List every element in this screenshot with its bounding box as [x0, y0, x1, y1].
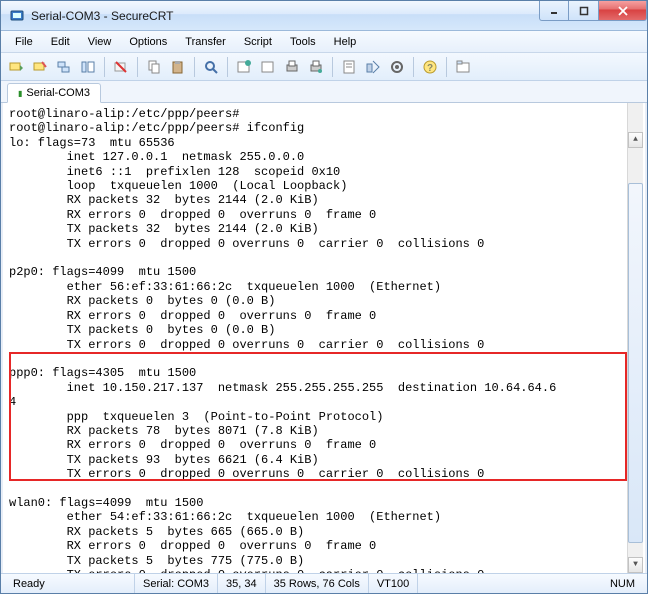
status-serial: Serial: COM3 [135, 574, 218, 593]
separator [413, 57, 414, 77]
toolbar: ? [1, 53, 647, 81]
menu-file[interactable]: File [7, 34, 41, 50]
statusbar: Ready Serial: COM3 35, 34 35 Rows, 76 Co… [1, 573, 647, 593]
terminal-line: ppp txqueuelen 3 (Point-to-Point Protoco… [9, 410, 639, 424]
terminal-line: inet6 ::1 prefixlen 128 scopeid 0x10 [9, 165, 639, 179]
separator [446, 57, 447, 77]
status-numlock: NUM [602, 574, 643, 593]
separator [194, 57, 195, 77]
scroll-up-button[interactable]: ▲ [628, 132, 643, 148]
print-screen-icon[interactable] [305, 56, 327, 78]
terminal-line: wlan0: flags=4099 mtu 1500 [9, 496, 639, 510]
toggle-sidebar-icon[interactable] [77, 56, 99, 78]
separator [137, 57, 138, 77]
terminal-output[interactable]: root@linaro-alip:/etc/ppp/peers#root@lin… [1, 103, 647, 573]
terminal-line: RX packets 32 bytes 2144 (2.0 KiB) [9, 193, 639, 207]
svg-text:?: ? [427, 63, 433, 74]
terminal-line: ether 56:ef:33:61:66:2c txqueuelen 1000 … [9, 280, 639, 294]
terminal-line [9, 352, 639, 366]
terminal-line: TX packets 0 bytes 0 (0.0 B) [9, 323, 639, 337]
tab-label: Serial-COM3 [26, 87, 90, 99]
window-title: Serial-COM3 - SecureCRT [31, 9, 173, 23]
paste-icon[interactable] [167, 56, 189, 78]
new-tab-icon[interactable] [452, 56, 474, 78]
close-button[interactable] [599, 1, 647, 21]
tab-serial[interactable]: ▮ Serial-COM3 [7, 83, 101, 103]
terminal-line: TX errors 0 dropped 0 overruns 0 carrier… [9, 568, 639, 573]
terminal-line: root@linaro-alip:/etc/ppp/peers# [9, 107, 639, 121]
new-session-icon[interactable] [233, 56, 255, 78]
connected-indicator-icon: ▮ [18, 89, 22, 98]
settings-icon[interactable] [386, 56, 408, 78]
terminal-line: root@linaro-alip:/etc/ppp/peers# ifconfi… [9, 121, 639, 135]
quick-connect-icon[interactable] [29, 56, 51, 78]
terminal-line: inet 10.150.217.137 netmask 255.255.255.… [9, 381, 639, 395]
terminal-line: TX packets 32 bytes 2144 (2.0 KiB) [9, 222, 639, 236]
terminal-line: 4 [9, 395, 639, 409]
tabbar: ▮ Serial-COM3 [1, 81, 647, 103]
menu-script[interactable]: Script [236, 34, 280, 50]
terminal-line: RX errors 0 dropped 0 overruns 0 frame 0 [9, 309, 639, 323]
scrollbar[interactable]: ▲ ▼ [627, 103, 643, 573]
terminal-line: RX packets 0 bytes 0 (0.0 B) [9, 294, 639, 308]
terminal-line: RX errors 0 dropped 0 overruns 0 frame 0 [9, 438, 639, 452]
terminal-line: TX errors 0 dropped 0 overruns 0 carrier… [9, 237, 639, 251]
terminal-line: RX packets 78 bytes 8071 (7.8 KiB) [9, 424, 639, 438]
find-icon[interactable] [200, 56, 222, 78]
scroll-thumb[interactable] [628, 183, 643, 543]
terminal-line: TX packets 93 bytes 6621 (6.4 KiB) [9, 453, 639, 467]
status-size: 35 Rows, 76 Cols [266, 574, 369, 593]
session-manager-icon[interactable] [257, 56, 279, 78]
terminal-line: inet 127.0.0.1 netmask 255.0.0.0 [9, 150, 639, 164]
help-icon[interactable]: ? [419, 56, 441, 78]
options-icon[interactable] [362, 56, 384, 78]
menu-help[interactable]: Help [326, 34, 365, 50]
titlebar[interactable]: Serial-COM3 - SecureCRT [1, 1, 647, 31]
properties-icon[interactable] [338, 56, 360, 78]
separator [104, 57, 105, 77]
separator [227, 57, 228, 77]
terminal-line: p2p0: flags=4099 mtu 1500 [9, 265, 639, 279]
app-window: Serial-COM3 - SecureCRT File Edit View O… [0, 0, 648, 594]
app-icon [9, 8, 25, 24]
terminal-line [9, 482, 639, 496]
menu-edit[interactable]: Edit [43, 34, 78, 50]
maximize-button[interactable] [569, 1, 599, 21]
menu-tools[interactable]: Tools [282, 34, 324, 50]
terminal-line: RX packets 5 bytes 665 (665.0 B) [9, 525, 639, 539]
connect-icon[interactable] [5, 56, 27, 78]
terminal-line: loop txqueuelen 1000 (Local Loopback) [9, 179, 639, 193]
terminal-line: TX errors 0 dropped 0 overruns 0 carrier… [9, 338, 639, 352]
terminal-line: RX errors 0 dropped 0 overruns 0 frame 0 [9, 539, 639, 553]
menu-transfer[interactable]: Transfer [177, 34, 234, 50]
reconnect-icon[interactable] [53, 56, 75, 78]
terminal-line: TX errors 0 dropped 0 overruns 0 carrier… [9, 467, 639, 481]
terminal-line [9, 251, 639, 265]
status-ready: Ready [5, 574, 135, 593]
terminal-line: lo: flags=73 mtu 65536 [9, 136, 639, 150]
terminal-line: ether 54:ef:33:61:66:2c txqueuelen 1000 … [9, 510, 639, 524]
scroll-down-button[interactable]: ▼ [628, 557, 643, 573]
menubar: File Edit View Options Transfer Script T… [1, 31, 647, 53]
status-terminal-type: VT100 [369, 574, 418, 593]
minimize-button[interactable] [539, 1, 569, 21]
menu-view[interactable]: View [80, 34, 120, 50]
window-controls [539, 1, 647, 21]
separator [332, 57, 333, 77]
disconnect-icon[interactable] [110, 56, 132, 78]
terminal-line: TX packets 5 bytes 775 (775.0 B) [9, 554, 639, 568]
menu-options[interactable]: Options [121, 34, 175, 50]
status-cursor-pos: 35, 34 [218, 574, 266, 593]
copy-icon[interactable] [143, 56, 165, 78]
terminal-line: ppp0: flags=4305 mtu 1500 [9, 366, 639, 380]
print-icon[interactable] [281, 56, 303, 78]
terminal-line: RX errors 0 dropped 0 overruns 0 frame 0 [9, 208, 639, 222]
